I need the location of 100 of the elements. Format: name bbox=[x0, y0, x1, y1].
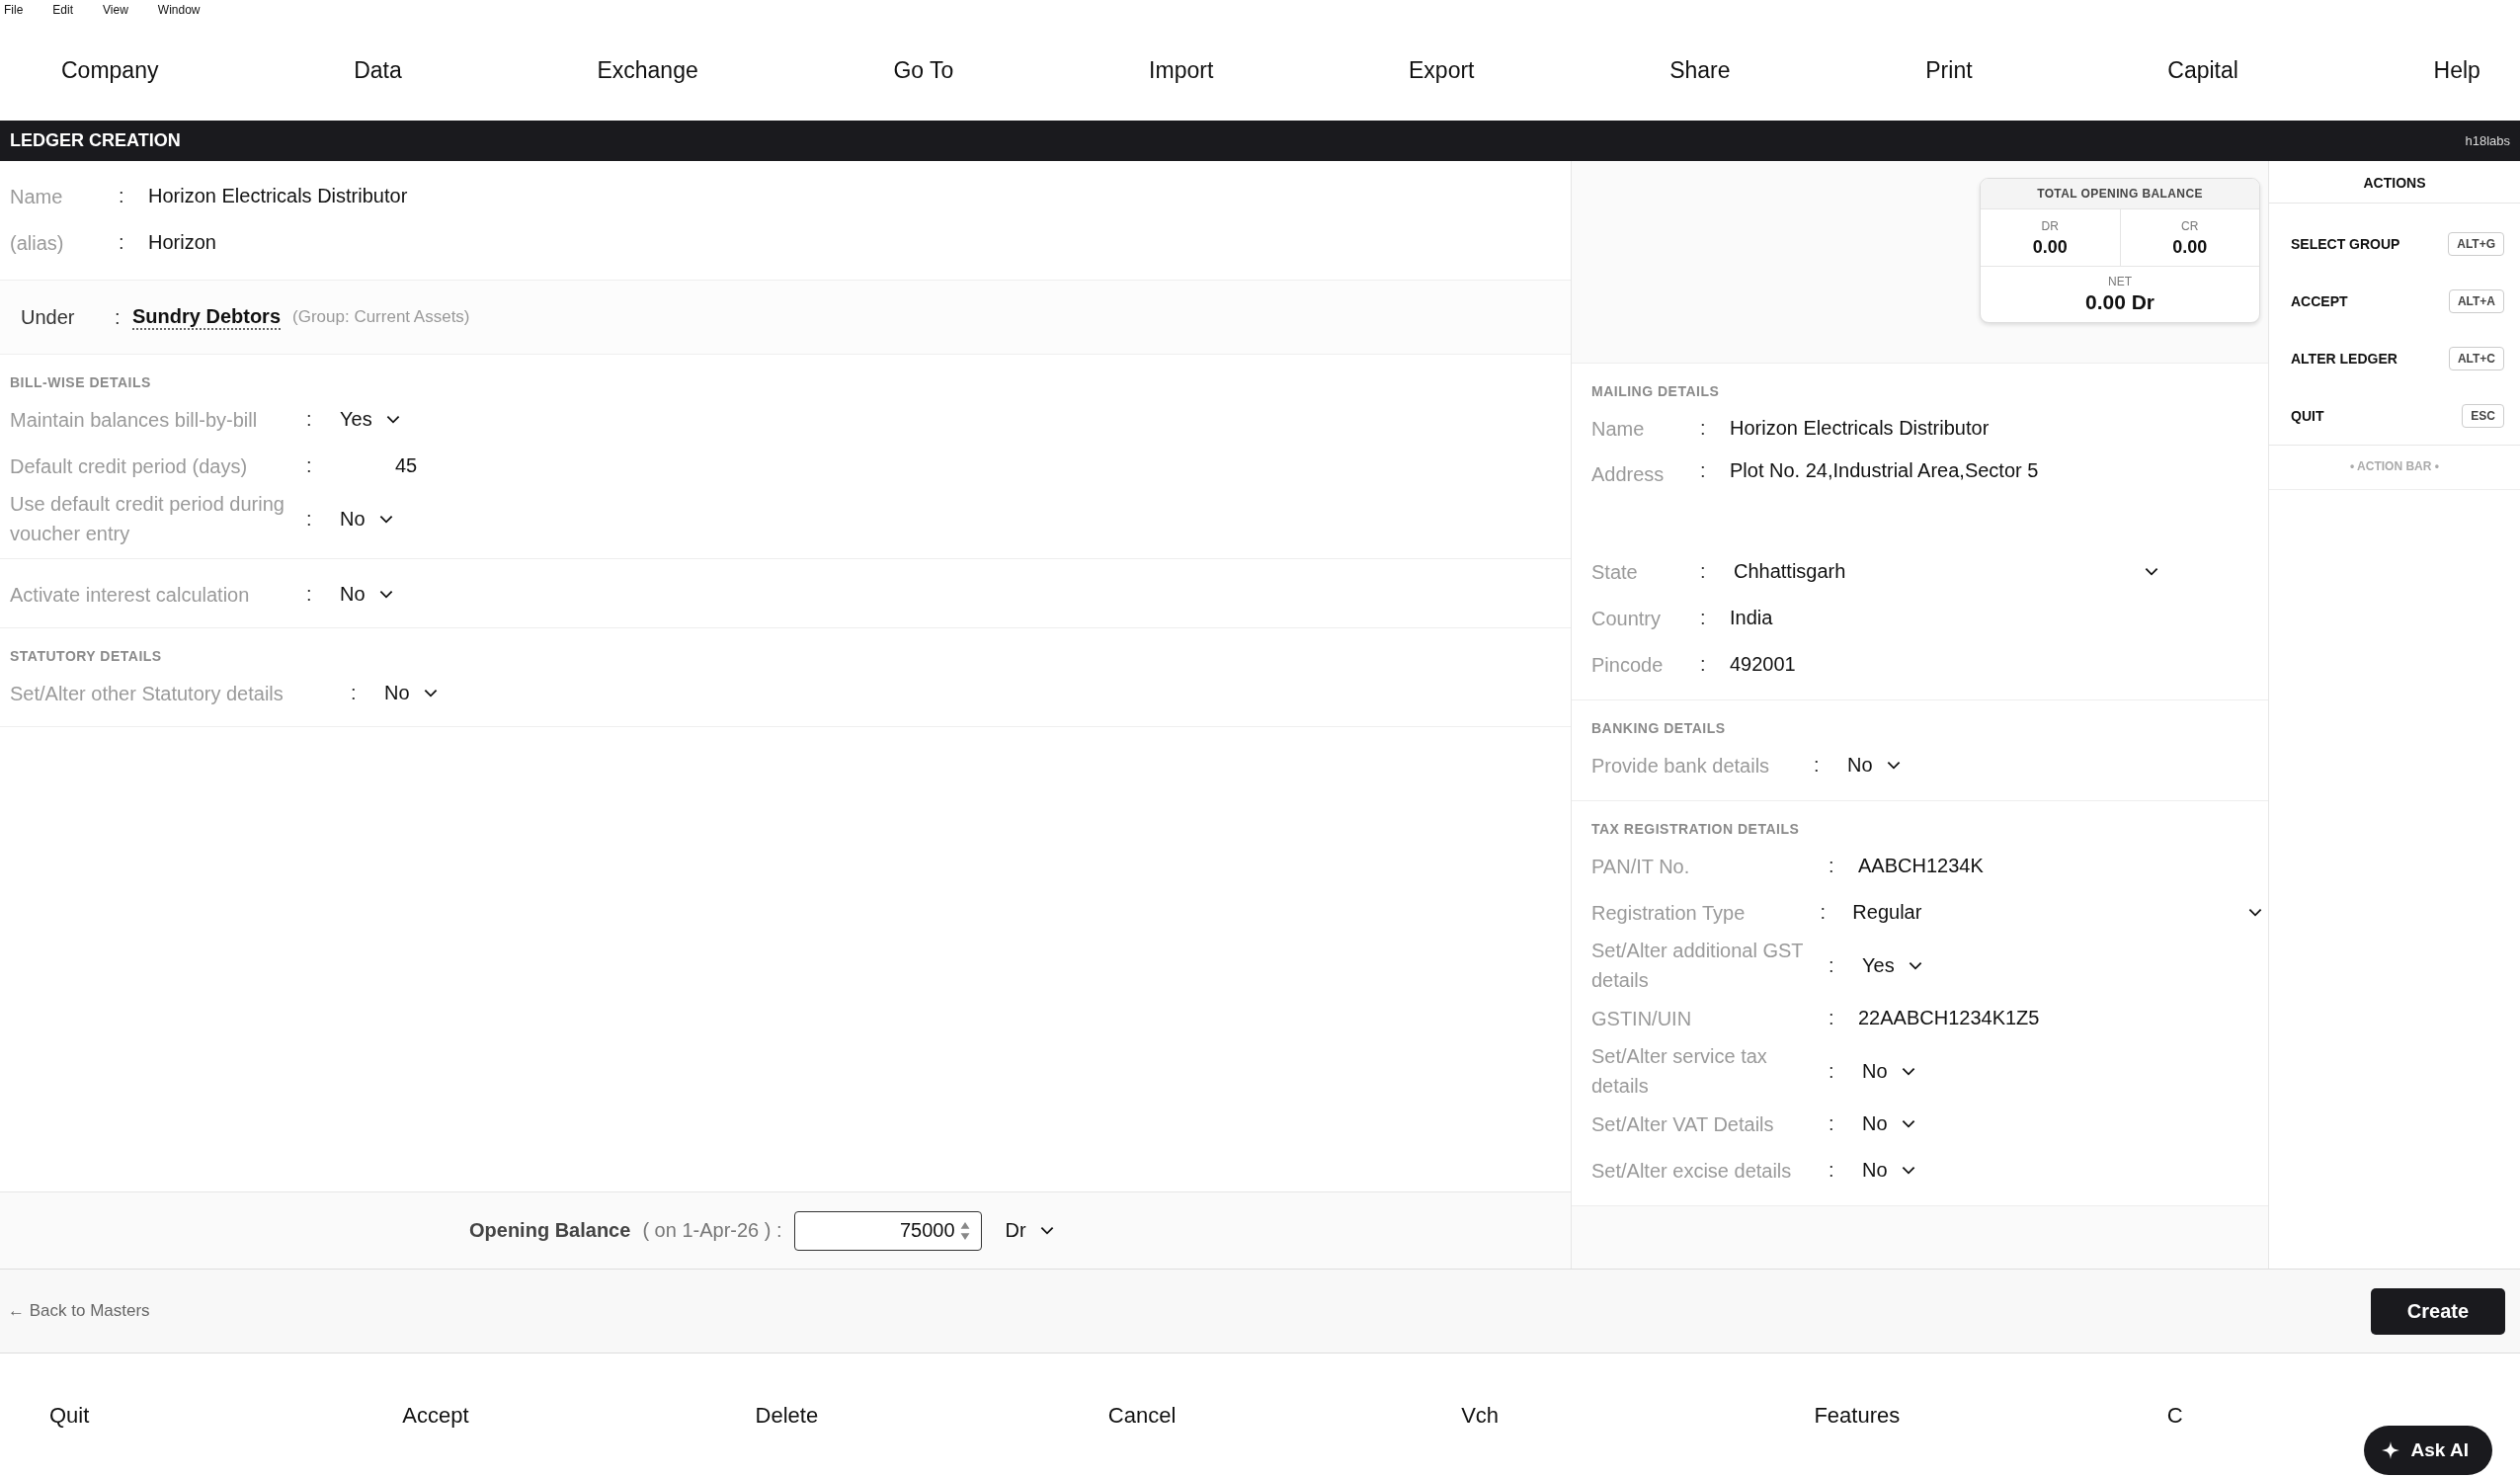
back-link[interactable]: ← Back to Masters bbox=[8, 1301, 150, 1321]
nav-item[interactable]: Quit bbox=[49, 1402, 403, 1429]
field-label: Address bbox=[1591, 462, 1666, 487]
menu-item[interactable]: View bbox=[103, 3, 128, 17]
card-title: TOTAL OPENING BALANCE bbox=[1981, 179, 2259, 209]
colon: : bbox=[306, 454, 313, 477]
colon: : bbox=[306, 408, 313, 431]
nav-item[interactable]: Help bbox=[2433, 56, 2480, 84]
colon: : bbox=[1700, 607, 1707, 629]
nav-item[interactable]: Capital bbox=[2167, 56, 2238, 84]
dropdown[interactable]: Yes bbox=[1858, 951, 1928, 979]
field-label: Maintain balances bill-by-bill bbox=[10, 407, 259, 433]
dropdown[interactable]: Chhattisgarh bbox=[1730, 558, 2164, 585]
field-value[interactable]: India bbox=[1730, 607, 1773, 629]
nav-item[interactable]: Features bbox=[1814, 1402, 2167, 1429]
dropdown[interactable]: No bbox=[336, 581, 399, 608]
nav-item[interactable]: Import bbox=[1149, 56, 1214, 84]
field-label: Under bbox=[21, 305, 76, 329]
field-label: Opening Balance bbox=[469, 1219, 631, 1242]
ask-ai-button[interactable]: Ask AI bbox=[2363, 1426, 2492, 1475]
action-item[interactable]: SELECT GROUP bbox=[2291, 236, 2400, 252]
field-value[interactable]: Horizon Electricals Distributor bbox=[1730, 417, 1990, 440]
section-heading: BANKING DETAILS bbox=[1591, 719, 1727, 738]
chevron-down-icon bbox=[1901, 1066, 1915, 1076]
amount-input[interactable]: 75000 bbox=[793, 1210, 982, 1251]
chevron-down-icon bbox=[2145, 567, 2158, 576]
chevron-down-icon bbox=[2248, 908, 2262, 917]
chevron-down-icon bbox=[423, 689, 438, 697]
field-label: Set/Alter service tax details bbox=[1591, 1044, 1768, 1099]
chevron-down-icon bbox=[378, 514, 393, 524]
colon: : bbox=[306, 507, 313, 531]
field-label: State bbox=[1591, 559, 1639, 585]
dropdown[interactable]: No bbox=[1858, 1110, 1921, 1137]
nav-item[interactable]: Export bbox=[1409, 56, 1475, 84]
field-value[interactable]: 492001 bbox=[1730, 653, 1796, 676]
field-label: Default credit period (days) bbox=[10, 453, 249, 479]
dropdown[interactable]: No bbox=[1858, 1157, 1921, 1184]
create-button[interactable]: Create bbox=[2371, 1287, 2505, 1335]
nav-item[interactable]: C bbox=[2166, 1402, 2520, 1429]
sparkle-icon bbox=[2381, 1441, 2399, 1459]
field-label: Set/Alter additional GST details bbox=[1591, 939, 1805, 993]
colon: : bbox=[1700, 653, 1707, 676]
dropdown[interactable]: No bbox=[1843, 752, 1907, 779]
dr-value: 0.00 bbox=[2032, 237, 2068, 258]
action-item[interactable]: ACCEPT bbox=[2291, 293, 2348, 309]
colon: : bbox=[1700, 560, 1707, 583]
dropdown[interactable]: Yes bbox=[336, 406, 406, 433]
nav-item[interactable]: Delete bbox=[755, 1402, 1108, 1429]
shortcut-key: ALT+C bbox=[2448, 347, 2504, 370]
colon: : bbox=[1700, 459, 1707, 482]
nav-item[interactable]: Share bbox=[1669, 56, 1731, 84]
chevron-down-icon bbox=[1039, 1226, 1054, 1235]
nav-item[interactable]: Data bbox=[354, 56, 402, 84]
field-value[interactable]: 22AABCH1234K1Z5 bbox=[1858, 1007, 2040, 1029]
dropdown[interactable]: No bbox=[336, 505, 399, 533]
group-hint: (Group: Current Assets) bbox=[292, 307, 470, 327]
action-item[interactable]: ALTER LEDGER bbox=[2291, 351, 2398, 367]
menu-item[interactable]: Window bbox=[157, 3, 201, 17]
dropdown[interactable]: Regular bbox=[1848, 899, 2268, 926]
field-label: Set/Alter VAT Details bbox=[1591, 1111, 1775, 1137]
shortcut-key: ALT+A bbox=[2448, 289, 2504, 313]
spinner-icon bbox=[958, 1220, 971, 1241]
field-value[interactable]: Horizon bbox=[148, 231, 216, 254]
field-label: Pincode bbox=[1591, 652, 1665, 678]
colon: : bbox=[1829, 1112, 1835, 1135]
field-label: Name bbox=[1591, 416, 1646, 442]
colon: : bbox=[119, 231, 125, 254]
chevron-down-icon bbox=[385, 415, 400, 424]
dropdown[interactable]: No bbox=[1858, 1057, 1921, 1085]
field-label: Registration Type bbox=[1591, 900, 1747, 926]
nav-item[interactable]: Cancel bbox=[1107, 1402, 1462, 1429]
cr-label: CR bbox=[2181, 219, 2199, 233]
group-link[interactable]: Sundry Debtors bbox=[132, 304, 282, 330]
nav-item[interactable]: Print bbox=[1925, 56, 1973, 84]
menu-item[interactable]: File bbox=[4, 3, 24, 17]
colon: : bbox=[306, 583, 313, 606]
field-value[interactable]: AABCH1234K bbox=[1858, 855, 1984, 877]
shortcut-key: ALT+G bbox=[2448, 232, 2504, 256]
menu-item[interactable]: Edit bbox=[52, 3, 74, 17]
field-label: Country bbox=[1591, 606, 1663, 631]
field-value[interactable]: Horizon Electricals Distributor bbox=[148, 185, 408, 207]
nav-item[interactable]: Company bbox=[61, 56, 159, 84]
nav-item[interactable]: Exchange bbox=[597, 56, 698, 84]
panel-heading: ACTIONS bbox=[2269, 161, 2520, 204]
action-item[interactable]: QUIT bbox=[2291, 408, 2324, 424]
section-heading: BILL-WISE DETAILS bbox=[10, 373, 152, 392]
nav-item[interactable]: Accept bbox=[402, 1402, 756, 1429]
section-heading: TAX REGISTRATION DETAILS bbox=[1591, 820, 1801, 839]
section-heading: STATUTORY DETAILS bbox=[10, 647, 163, 666]
field-value[interactable]: Plot No. 24,Industrial Area,Sector 5 bbox=[1730, 459, 2039, 482]
field-value[interactable]: 45 bbox=[336, 454, 418, 477]
field-label: Set/Alter excise details bbox=[1591, 1158, 1793, 1184]
colon: : bbox=[1700, 417, 1707, 440]
nav-item[interactable]: Go To bbox=[893, 56, 954, 84]
chevron-down-icon bbox=[1886, 761, 1901, 770]
window-title: LEDGER CREATION bbox=[10, 130, 181, 151]
dropdown[interactable]: No bbox=[380, 680, 444, 706]
dropdown[interactable]: Dr bbox=[1001, 1217, 1060, 1244]
nav-item[interactable]: Vch bbox=[1461, 1402, 1815, 1429]
colon: : bbox=[1829, 1159, 1835, 1182]
